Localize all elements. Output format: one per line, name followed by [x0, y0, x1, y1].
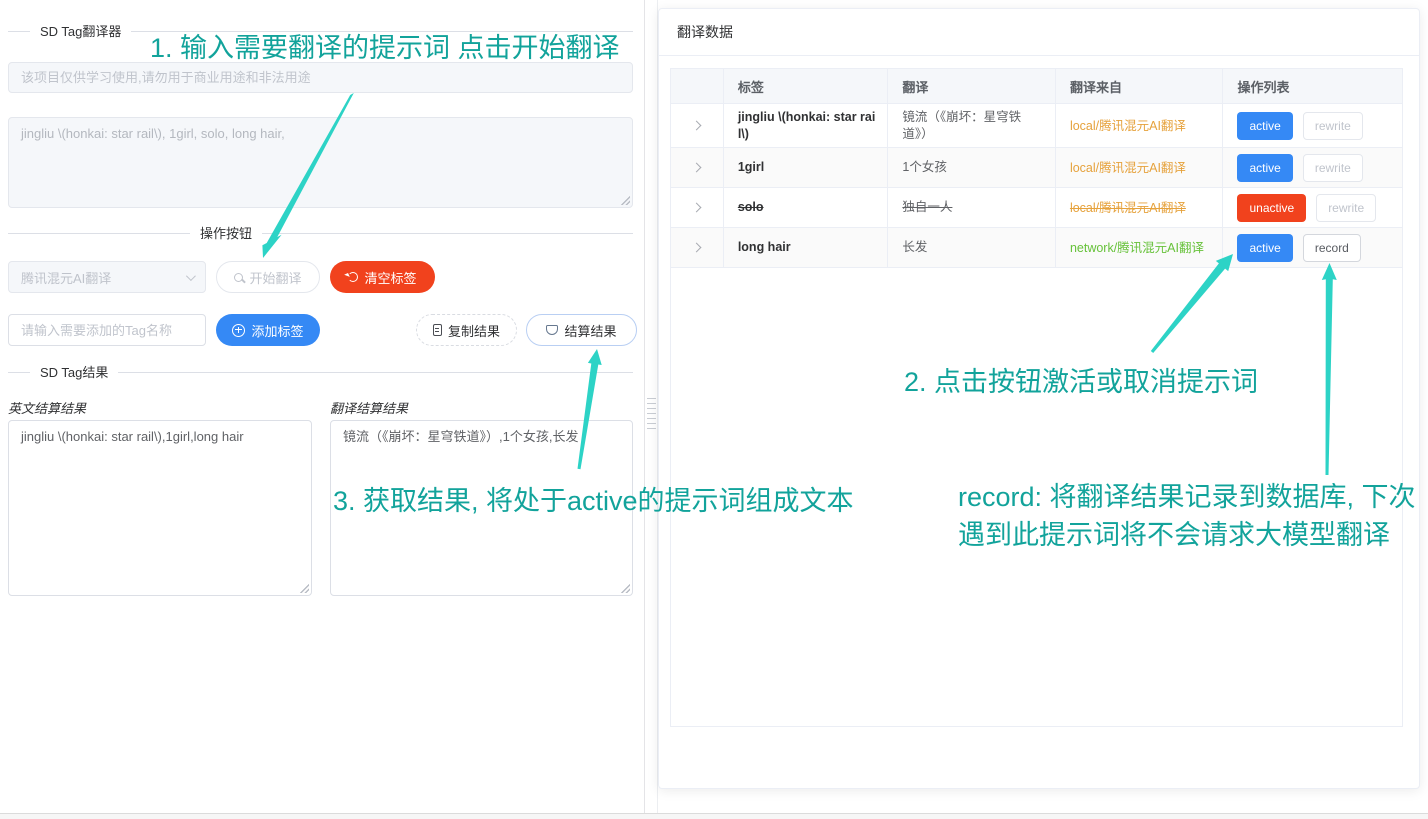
chevron-right-icon[interactable] [692, 203, 702, 213]
divider-actions: 操作按钮 [8, 233, 633, 234]
seal-icon [546, 325, 558, 335]
header-source: 翻译来自 [1056, 69, 1224, 103]
active-button[interactable]: active [1237, 234, 1292, 262]
translator-select-value: 腾讯混元AI翻译 [21, 268, 111, 287]
prompt-textarea[interactable]: jingliu \(honkai: star rail\), 1girl, so… [9, 118, 632, 207]
card-title: 翻译数据 [677, 22, 733, 42]
rewrite-button[interactable]: rewrite [1316, 194, 1376, 222]
active-button[interactable]: active [1237, 154, 1292, 182]
header-operations: 操作列表 [1223, 69, 1402, 103]
circle-plus-icon [232, 324, 245, 337]
unactive-button[interactable]: unactive [1237, 194, 1306, 222]
rewrite-button[interactable]: rewrite [1303, 112, 1363, 140]
tag-cell: 1girl [738, 159, 764, 176]
header-translation: 翻译 [888, 69, 1056, 103]
refresh-icon [348, 272, 358, 282]
translator-select[interactable]: 腾讯混元AI翻译 [8, 261, 206, 293]
table-row: solo 独自一人 local/腾讯混元AI翻译 unactive rewrit… [671, 188, 1402, 228]
translation-cell: 独自一人 [902, 199, 952, 216]
translation-cell: 长发 [902, 239, 927, 256]
result-en-textarea-wrap: jingliu \(honkai: star rail\),1girl,long… [8, 420, 312, 596]
section-title-translator: SD Tag翻译器 [30, 22, 131, 42]
annotation-step1: 1. 输入需要翻译的提示词 点击开始翻译 [150, 26, 620, 65]
panel-splitter[interactable] [644, 0, 658, 813]
translation-cell: 镜流（《崩坏：星穹铁道》） [902, 109, 1045, 143]
annotation-record-note: record: 将翻译结果记录到数据库, 下次遇到此提示词将不会请求大模型翻译 [958, 478, 1420, 554]
chevron-right-icon[interactable] [692, 243, 702, 253]
section-title-actions: 操作按钮 [190, 224, 262, 244]
active-button[interactable]: active [1237, 112, 1292, 140]
annotation-step3: 3. 获取结果, 将处于active的提示词组成文本 [333, 479, 854, 518]
splitter-grip-icon[interactable] [647, 394, 656, 433]
section-title-result: SD Tag结果 [30, 363, 118, 383]
source-cell: local/腾讯混元AI翻译 [1070, 200, 1186, 216]
left-panel: SD Tag翻译器 jingliu \(honkai: star rail\),… [0, 0, 637, 813]
rewrite-button[interactable]: rewrite [1303, 154, 1363, 182]
table-header-row: 标签 翻译 翻译来自 操作列表 [671, 69, 1402, 104]
header-expand [671, 69, 724, 103]
card-header: 翻译数据 [659, 9, 1419, 56]
source-cell: network/腾讯混元AI翻译 [1070, 240, 1204, 256]
tag-cell: long hair [738, 239, 791, 256]
clear-tags-button[interactable]: 清空标签 [330, 261, 435, 293]
result-en-label: 英文结算结果 [8, 398, 86, 417]
chevron-down-icon [186, 271, 196, 281]
table-row: long hair 长发 network/腾讯混元AI翻译 active rec… [671, 228, 1402, 268]
chevron-right-icon[interactable] [692, 163, 702, 173]
tag-cell: solo [738, 199, 764, 216]
prompt-textarea-wrap: jingliu \(honkai: star rail\), 1girl, so… [8, 117, 633, 208]
document-icon [433, 324, 442, 336]
record-button[interactable]: record [1303, 234, 1361, 262]
app-root: SD Tag翻译器 jingliu \(honkai: star rail\),… [0, 0, 1428, 819]
notice-input[interactable] [8, 62, 633, 93]
annotation-step2: 2. 点击按钮激活或取消提示词 [904, 360, 1258, 399]
settle-result-button[interactable]: 结算结果 [526, 314, 637, 346]
table-row: jingliu \(honkai: star rail\) 镜流（《崩坏：星穹铁… [671, 104, 1402, 148]
copy-result-button[interactable]: 复制结果 [416, 314, 517, 346]
search-icon [234, 273, 243, 282]
table-row: 1girl 1个女孩 local/腾讯混元AI翻译 active rewrite [671, 148, 1402, 188]
chevron-right-icon[interactable] [692, 121, 702, 131]
translation-cell: 1个女孩 [902, 159, 946, 176]
source-cell: local/腾讯混元AI翻译 [1070, 160, 1186, 176]
add-tag-input[interactable] [8, 314, 206, 346]
divider-result: SD Tag结果 [8, 372, 633, 373]
add-tag-button[interactable]: 添加标签 [216, 314, 320, 346]
tag-cell: jingliu \(honkai: star rail\) [738, 109, 878, 143]
header-tag: 标签 [724, 69, 889, 103]
start-translate-button[interactable]: 开始翻译 [216, 261, 320, 293]
source-cell: local/腾讯混元AI翻译 [1070, 118, 1186, 134]
result-en-textarea[interactable]: jingliu \(honkai: star rail\),1girl,long… [9, 421, 311, 595]
result-zh-label: 翻译结算结果 [330, 398, 408, 417]
horizontal-scrollbar[interactable] [0, 813, 1428, 819]
